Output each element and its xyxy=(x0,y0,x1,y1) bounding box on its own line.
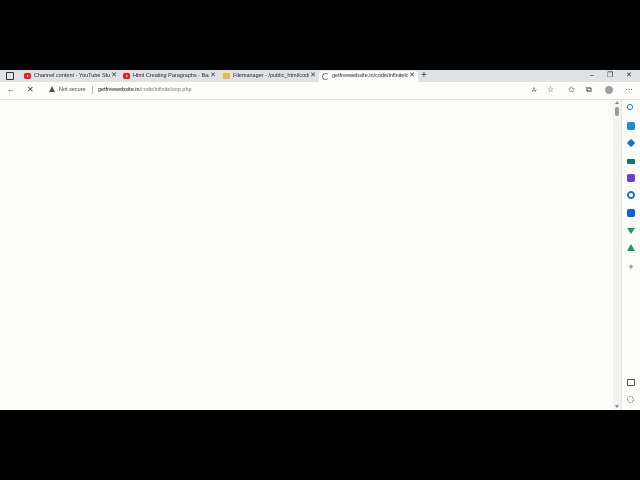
youtube-icon xyxy=(123,73,130,79)
shopping-icon[interactable] xyxy=(626,138,636,148)
settings-icon[interactable] xyxy=(627,396,634,403)
restore-button[interactable]: ❐ xyxy=(607,70,613,81)
collections-icon[interactable]: ⧉ xyxy=(586,85,592,95)
scroll-up-icon[interactable] xyxy=(615,101,619,104)
close-tab-icon[interactable]: ✕ xyxy=(409,71,415,80)
security-label[interactable]: Not secure xyxy=(59,87,86,94)
tab-title: Channel content - YouTube Studio xyxy=(34,73,110,79)
favorites-icon[interactable]: ✩ xyxy=(568,85,575,95)
tab-html-paragraphs[interactable]: Html Creating Paragraphs - Basic ✕ xyxy=(120,71,219,82)
tab-actions-icon xyxy=(6,72,14,80)
stop-icon[interactable]: ✕ xyxy=(27,85,34,95)
more-icon[interactable]: ⋯ xyxy=(625,85,633,95)
close-tab-icon[interactable]: ✕ xyxy=(310,71,316,80)
tab-title: getfreewebsite.in/code/infiniteloop.php xyxy=(332,73,408,79)
minimize-button[interactable]: – xyxy=(590,70,594,81)
edge-sidebar: + xyxy=(621,100,640,410)
address-divider xyxy=(92,86,93,94)
close-tab-icon[interactable]: ✕ xyxy=(210,71,216,80)
youtube-icon xyxy=(24,73,31,79)
close-tab-icon[interactable]: ✕ xyxy=(111,71,117,80)
read-aloud-icon[interactable]: Aᐧ xyxy=(532,86,538,96)
microsoft365-icon[interactable] xyxy=(627,191,635,199)
tab-filemanager[interactable]: Filemanager - /public_html/code ✕ xyxy=(220,71,319,82)
new-tab-button[interactable]: + xyxy=(421,70,427,81)
tab-youtube-studio[interactable]: Channel content - YouTube Studio ✕ xyxy=(21,71,120,82)
url-host: getfreewebsite.in xyxy=(98,87,140,93)
scroll-down-icon[interactable] xyxy=(615,405,619,408)
scrollbar[interactable] xyxy=(613,100,621,410)
close-window-button[interactable]: ✕ xyxy=(626,70,632,81)
warning-icon[interactable] xyxy=(49,86,55,92)
folder-icon xyxy=(223,73,230,79)
browser-window: Channel content - YouTube Studio ✕ Html … xyxy=(0,70,640,410)
games-icon[interactable] xyxy=(627,174,635,182)
drop-icon[interactable] xyxy=(627,228,635,234)
profile-icon[interactable] xyxy=(605,86,613,94)
add-icon[interactable]: + xyxy=(627,263,635,272)
search-icon[interactable] xyxy=(627,104,633,110)
add-favorite-icon[interactable]: ☆ xyxy=(547,85,554,95)
tab-title: Html Creating Paragraphs - Basic xyxy=(133,73,209,79)
url-text[interactable]: getfreewebsite.in/code/infiniteloop.php xyxy=(98,87,192,94)
tools-icon[interactable] xyxy=(627,159,635,164)
page-content xyxy=(0,100,613,410)
address-toolbar: ← ✕ Not secure getfreewebsite.in/code/in… xyxy=(0,82,640,100)
scroll-thumb[interactable] xyxy=(615,107,619,116)
outlook-icon[interactable] xyxy=(627,209,635,217)
loading-icon xyxy=(322,73,329,80)
url-path: /code/infiniteloop.php xyxy=(139,87,192,93)
hide-sidebar-icon[interactable] xyxy=(627,379,635,386)
tab-strip: Channel content - YouTube Studio ✕ Html … xyxy=(0,70,640,82)
tab-infiniteloop[interactable]: getfreewebsite.in/code/infiniteloop.php … xyxy=(319,71,418,82)
tab-title: Filemanager - /public_html/code xyxy=(233,73,309,79)
bing-icon[interactable] xyxy=(627,122,635,130)
tab-actions-button[interactable] xyxy=(3,71,17,81)
back-icon[interactable]: ← xyxy=(7,85,15,95)
e-tree-icon[interactable] xyxy=(627,244,635,251)
